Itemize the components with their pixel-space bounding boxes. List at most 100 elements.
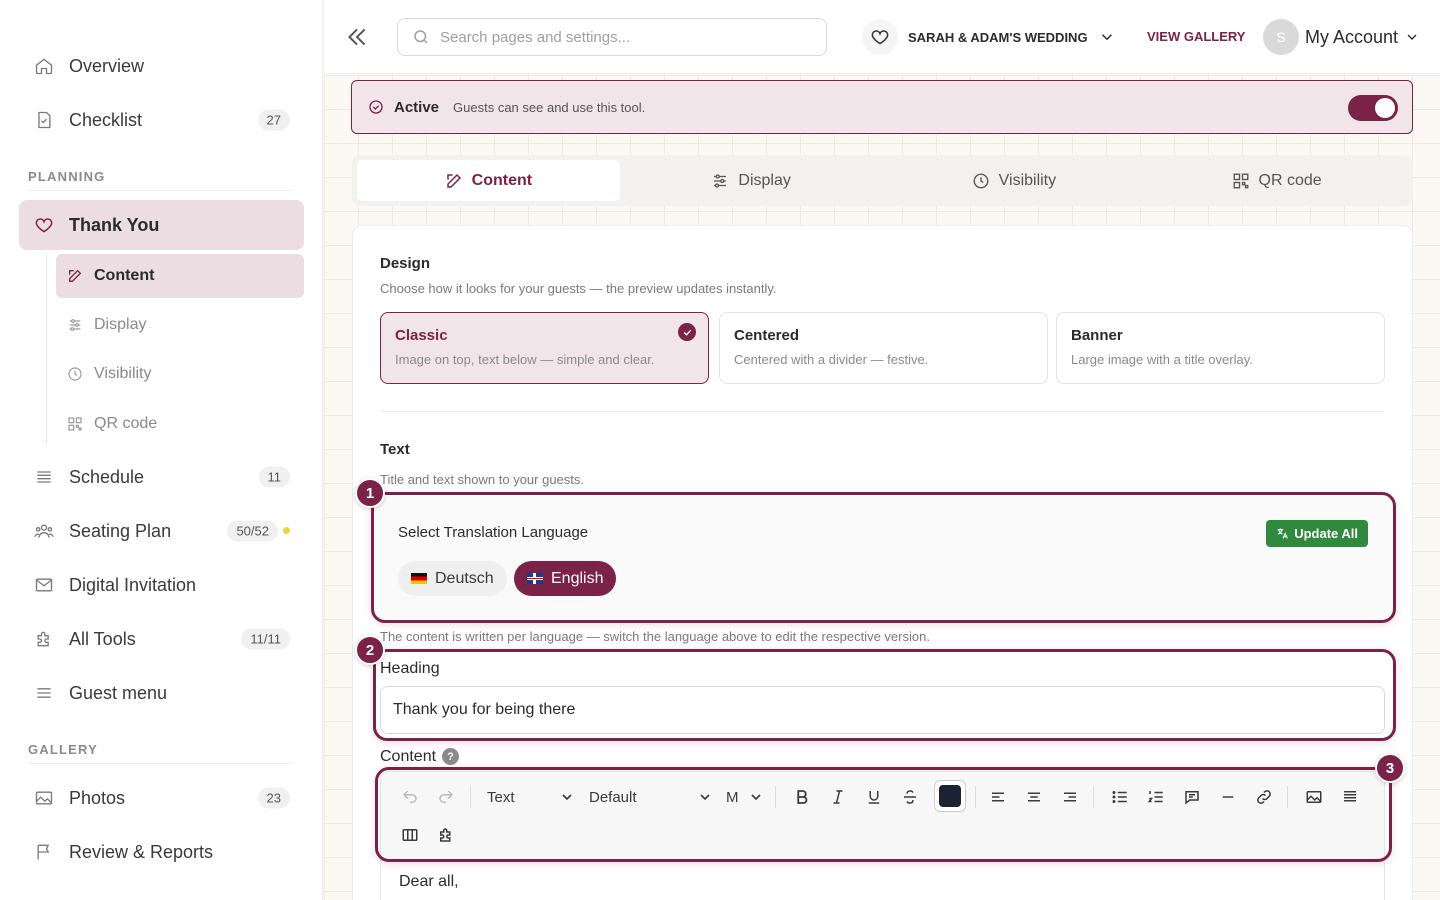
sidebar-item-label: Guest menu — [69, 682, 168, 703]
sidebar-item-label: Thank You — [69, 214, 160, 235]
tab-qr-code[interactable]: QR code — [1145, 160, 1408, 201]
chevron-down-icon — [1407, 34, 1417, 40]
qr-icon — [66, 415, 84, 433]
design-option-desc: Centered with a divider — festive. — [734, 352, 929, 367]
edit-icon — [445, 172, 463, 190]
view-gallery-link[interactable]: VIEW GALLERY — [1147, 29, 1245, 44]
tab-label: Display — [738, 171, 791, 189]
sidebar-item-guest-menu[interactable]: Guest menu — [19, 668, 304, 718]
design-option-desc: Large image with a title overlay. — [1071, 352, 1253, 367]
sliders-icon — [711, 172, 729, 190]
design-option-banner[interactable]: Banner Large image with a title overlay. — [1056, 312, 1385, 384]
count-badge: 11 — [258, 466, 290, 488]
design-option-name: Banner — [1071, 327, 1123, 344]
design-option-name: Centered — [734, 327, 800, 344]
clock-icon — [66, 365, 84, 383]
design-title: Design — [380, 255, 431, 272]
sidebar-item-thank-you[interactable]: Thank You — [19, 200, 304, 250]
sliders-icon — [66, 316, 84, 334]
sidebar-item-label: Schedule — [69, 466, 145, 487]
sidebar-subitem-label: Visibility — [94, 365, 152, 382]
sidebar-item-photos[interactable]: Photos 23 — [19, 773, 304, 823]
design-option-desc: Image on top, text below — simple and cl… — [395, 352, 655, 367]
sidebar-item-label: Review & Reports — [69, 841, 214, 862]
account-label: My Account — [1305, 26, 1399, 47]
sidebar-item-all-tools[interactable]: All Tools 11/11 — [19, 614, 304, 664]
search-input[interactable]: Search pages and settings... — [397, 18, 827, 56]
users-icon — [33, 520, 55, 542]
collapse-sidebar-button[interactable] — [344, 24, 370, 50]
image-icon — [33, 787, 55, 809]
search-icon — [412, 28, 430, 46]
count-badge: 27 — [257, 109, 290, 131]
section-label-planning: PLANNING — [28, 169, 106, 184]
status-dot — [283, 527, 290, 534]
tab-label: QR code — [1258, 171, 1322, 189]
qr-icon — [1232, 172, 1250, 190]
sidebar-item-label: Digital Invitation — [69, 574, 197, 595]
sidebar-subitem-display[interactable]: Display — [56, 303, 304, 347]
sidebar-subitem-content[interactable]: Content — [56, 254, 304, 298]
count-badge: 23 — [257, 787, 290, 809]
content-label-text: Content — [380, 748, 437, 765]
design-subtitle: Choose how it looks for your guests — th… — [380, 281, 777, 296]
content-editor[interactable]: Dear all, — [380, 861, 1385, 900]
flag-icon — [33, 841, 55, 863]
status-banner: Active Guests can see and use this tool. — [351, 80, 1413, 134]
toggle-knob — [1375, 98, 1395, 118]
sidebar-item-label: Checklist — [69, 109, 143, 130]
sidebar-item-seating-plan[interactable]: Seating Plan 50/52 — [19, 506, 304, 556]
text-section-subtitle: Title and text shown to your guests. — [380, 472, 585, 487]
sidebar-item-checklist[interactable]: Checklist 27 — [19, 95, 304, 145]
editor-text: Dear all, — [399, 873, 459, 890]
sidebar-item-schedule[interactable]: Schedule 11 — [19, 452, 304, 502]
home-icon — [33, 55, 55, 77]
submenu-line — [46, 254, 47, 444]
status-title: Active — [394, 98, 440, 116]
tab-label: Visibility — [998, 171, 1057, 189]
tab-content[interactable]: Content — [357, 160, 620, 201]
help-icon[interactable]: ? — [442, 748, 460, 766]
sidebar-item-label: Overview — [69, 55, 145, 76]
menu-icon — [33, 682, 55, 704]
per-language-note: The content is written per language — sw… — [380, 629, 930, 644]
account-menu[interactable]: S My Account — [1263, 18, 1420, 56]
text-section-title: Text — [380, 441, 410, 458]
sidebar-subitem-label: Display — [94, 316, 147, 333]
list-icon — [33, 466, 55, 488]
mail-icon — [33, 574, 55, 596]
callout-badge: 1 — [355, 478, 385, 508]
sidebar-item-review-reports[interactable]: Review & Reports — [19, 827, 304, 877]
sidebar-item-label: Photos — [69, 787, 126, 808]
divider — [28, 763, 293, 764]
main-content: Active Guests can see and use this tool.… — [324, 75, 1440, 900]
sidebar-subitem-label: QR code — [94, 415, 158, 432]
tab-visibility[interactable]: Visibility — [883, 160, 1146, 201]
design-option-classic[interactable]: Classic Image on top, text below — simpl… — [380, 312, 709, 384]
sidebar: Overview Checklist 27 PLANNING Thank You… — [0, 0, 323, 900]
double-chevron-left-icon — [348, 28, 366, 46]
status-description: Guests can see and use this tool. — [453, 99, 646, 115]
design-option-centered[interactable]: Centered Centered with a divider — festi… — [719, 312, 1048, 384]
active-toggle[interactable] — [1348, 95, 1398, 121]
sidebar-item-label: Seating Plan — [69, 520, 172, 541]
puzzle-icon — [33, 628, 55, 650]
search-placeholder: Search pages and settings... — [440, 28, 631, 46]
sidebar-subitem-qr[interactable]: QR code — [56, 402, 304, 446]
highlight-frame-1 — [371, 492, 1396, 623]
checklist-icon — [33, 109, 55, 131]
count-badge: 50/52 — [227, 520, 278, 542]
sidebar-subitem-label: Content — [94, 267, 155, 284]
event-selector[interactable]: SARAH & ADAM'S WEDDING — [862, 18, 1116, 56]
heart-icon — [862, 19, 898, 55]
avatar: S — [1263, 19, 1299, 55]
sidebar-item-digital-invitation[interactable]: Digital Invitation — [19, 560, 304, 610]
tab-display[interactable]: Display — [620, 160, 883, 201]
divider — [28, 190, 293, 191]
sidebar-subitem-visibility[interactable]: Visibility — [56, 352, 304, 396]
chevron-down-icon — [1101, 34, 1112, 41]
sidebar-item-label: All Tools — [69, 628, 136, 649]
check-circle-icon — [368, 99, 384, 115]
content-label: Content? — [380, 748, 460, 766]
sidebar-item-overview[interactable]: Overview — [19, 41, 304, 91]
